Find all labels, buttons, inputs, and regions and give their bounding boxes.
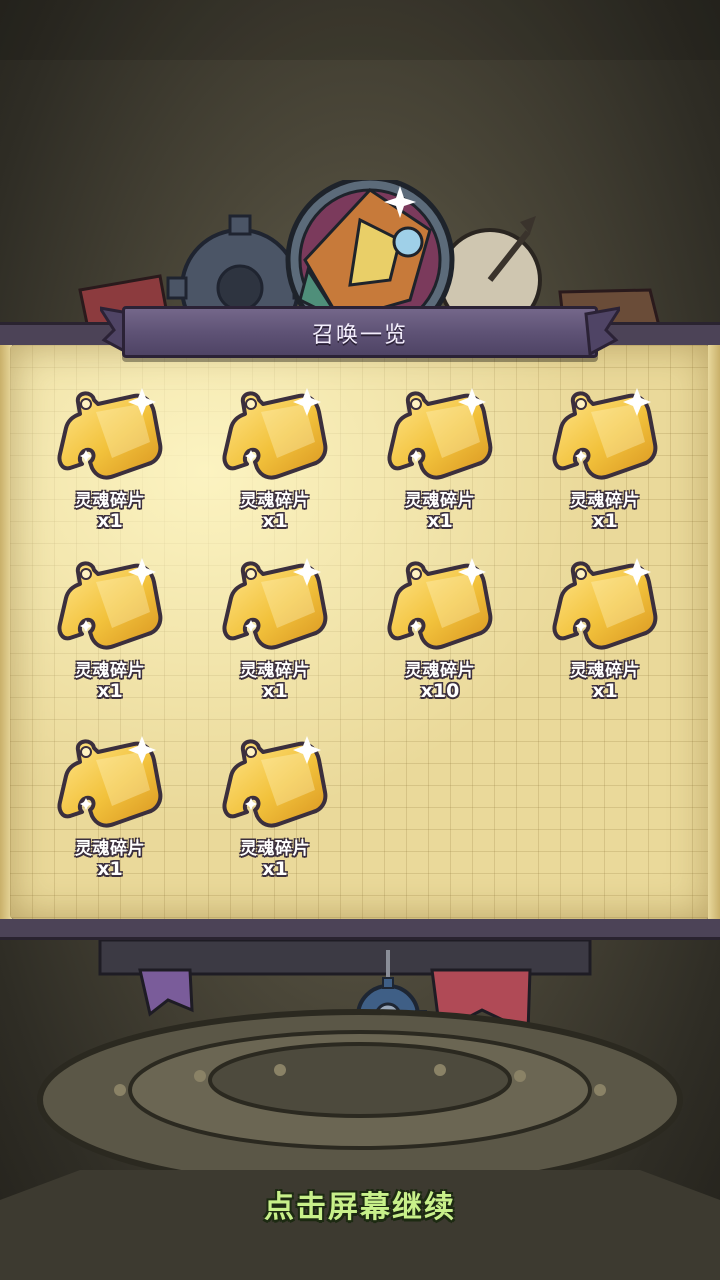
reward-item[interactable]: 灵魂碎片 x1 xyxy=(205,736,345,886)
reward-item-name: 灵魂碎片 xyxy=(570,661,640,681)
summon-results-screen[interactable]: 召唤一览 灵魂碎片 x1 灵魂碎片 x1 灵魂碎片 x1 灵魂碎片 x1 灵魂碎… xyxy=(0,0,720,1280)
soul-shard-puzzle-icon xyxy=(387,558,493,650)
reward-item-name: 灵魂碎片 xyxy=(240,491,310,511)
reward-item-name: 灵魂碎片 xyxy=(240,661,310,681)
reward-item-name: 灵魂碎片 xyxy=(75,491,145,511)
reward-item[interactable]: 灵魂碎片 x1 xyxy=(40,388,180,538)
soul-shard-puzzle-icon xyxy=(222,388,328,480)
scroll-edge-right xyxy=(708,345,720,919)
soul-shard-puzzle-icon xyxy=(387,388,493,480)
reward-item-count: x10 xyxy=(420,680,460,702)
reward-item-name: 灵魂碎片 xyxy=(405,661,475,681)
reward-item-count: x1 xyxy=(592,680,618,702)
reward-item[interactable]: 灵魂碎片 x1 xyxy=(205,388,345,538)
background-wall xyxy=(0,0,720,60)
soul-shard-puzzle-icon xyxy=(222,558,328,650)
reward-item[interactable]: 灵魂碎片 x1 xyxy=(205,558,345,708)
dialog-title: 召唤一览 xyxy=(311,323,408,348)
bottom-machinery-decoration xyxy=(0,940,720,1280)
reward-item[interactable]: 灵魂碎片 x1 xyxy=(535,558,675,708)
soul-shard-puzzle-icon xyxy=(552,558,658,650)
title-banner: 召唤一览 xyxy=(100,300,620,366)
reward-item[interactable]: 灵魂碎片 x1 xyxy=(370,388,510,538)
tap-to-continue-hint[interactable]: 点击屏幕继续 xyxy=(0,1182,720,1226)
reward-item[interactable]: 灵魂碎片 x1 xyxy=(40,736,180,886)
reward-item-name: 灵魂碎片 xyxy=(240,839,310,859)
reward-item-name: 灵魂碎片 xyxy=(75,661,145,681)
reward-item-count: x1 xyxy=(262,680,288,702)
reward-item-count: x1 xyxy=(592,510,618,532)
soul-shard-puzzle-icon xyxy=(552,388,658,480)
reward-item-count: x1 xyxy=(97,858,123,880)
reward-item-count: x1 xyxy=(97,680,123,702)
soul-shard-puzzle-icon xyxy=(57,388,163,480)
reward-item[interactable]: 灵魂碎片 x1 xyxy=(535,388,675,538)
reward-item[interactable]: 灵魂碎片 x1 xyxy=(40,558,180,708)
soul-shard-puzzle-icon xyxy=(222,736,328,828)
reward-item-count: x1 xyxy=(427,510,453,532)
soul-shard-puzzle-icon xyxy=(57,558,163,650)
reward-item-count: x1 xyxy=(262,858,288,880)
reward-item-name: 灵魂碎片 xyxy=(570,491,640,511)
reward-item-count: x1 xyxy=(97,510,123,532)
reward-item-count: x1 xyxy=(262,510,288,532)
reward-item-name: 灵魂碎片 xyxy=(405,491,475,511)
reward-item-name: 灵魂碎片 xyxy=(75,839,145,859)
soul-shard-puzzle-icon xyxy=(57,736,163,828)
reward-item[interactable]: 灵魂碎片 x10 xyxy=(370,558,510,708)
